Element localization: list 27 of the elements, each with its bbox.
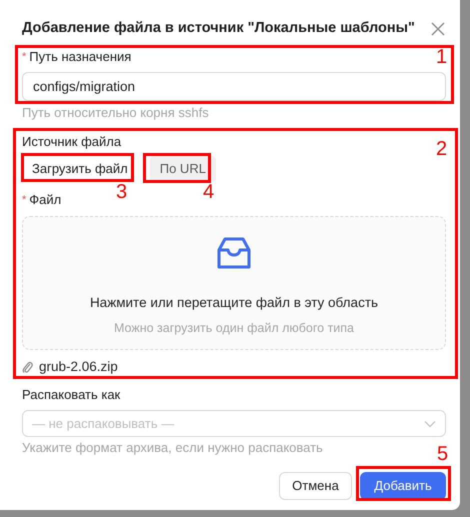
annotation-number: 1 <box>436 46 448 68</box>
required-mark: * <box>22 50 26 65</box>
dropzone-hint: Можно загрузить один файл любого типа <box>114 320 354 338</box>
field-label: Источник файла <box>22 133 122 150</box>
inbox-icon <box>217 236 251 270</box>
path-input-field[interactable]: configs/migration <box>22 72 446 101</box>
close-button[interactable] <box>430 21 446 37</box>
field-label: Распаковать как <box>22 386 120 404</box>
cancel-button[interactable]: Отмена <box>279 472 352 500</box>
help-text: Путь относительно корня sshfs <box>22 104 209 121</box>
annotation-number: 5 <box>437 443 448 465</box>
file-dropzone[interactable]: Нажмите или перетащите файл в эту область Можно загрузить один файл любого типа <box>22 216 446 350</box>
field-label: Файл <box>29 191 62 210</box>
select-placeholder: — не распаковывать — <box>32 414 174 433</box>
field-label: Путь назначения <box>29 48 132 66</box>
annotation-number: 4 <box>203 181 214 203</box>
add-button[interactable]: Добавить <box>360 472 446 500</box>
annotation-number: 2 <box>436 138 448 160</box>
required-mark: * <box>22 192 26 208</box>
paperclip-icon <box>22 360 33 374</box>
close-icon <box>431 22 445 36</box>
chevron-down-icon <box>424 420 436 428</box>
annotation-number: 3 <box>116 181 128 203</box>
attached-file-name[interactable]: grub-2.06.zip <box>39 356 118 378</box>
dropzone-title: Нажмите или перетащите файл в эту область <box>90 294 378 312</box>
dialog-title: Добавление файла в источник "Локальные шаблоны" <box>22 19 415 38</box>
help-text: Укажите формат архива, если нужно распаковать <box>22 439 323 456</box>
